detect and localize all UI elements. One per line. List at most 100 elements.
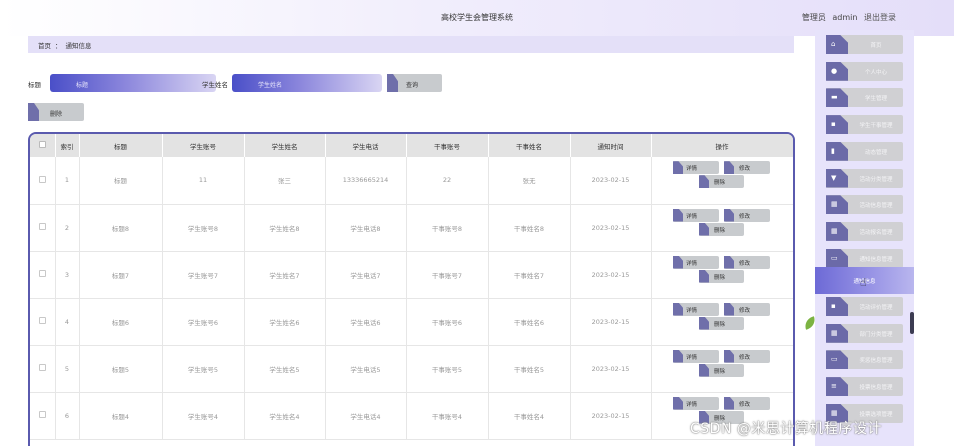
book-icon: ▭: [826, 350, 848, 370]
cell-time: 2023-02-15: [570, 345, 652, 393]
batch-delete-button[interactable]: 删除: [28, 103, 84, 121]
cell-index: 2: [55, 204, 80, 252]
delete-button[interactable]: 删除: [699, 269, 744, 283]
row-checkbox[interactable]: [38, 270, 46, 277]
cell-staff-name: 干事姓名8: [488, 204, 571, 252]
sidebar-item-7[interactable]: ▦ 活动信息管理: [826, 195, 903, 215]
cell-account: 学生账号6: [162, 298, 245, 346]
row-checkbox[interactable]: [38, 317, 46, 324]
select-all-checkbox[interactable]: [38, 141, 46, 148]
sidebar-item-12[interactable]: ▦ 部门分类管理: [826, 323, 903, 343]
column-header[interactable]: 标题: [79, 134, 163, 157]
sidebar-item-2[interactable]: ● 个人中心: [826, 61, 903, 81]
title-search-input[interactable]: 标题: [50, 74, 216, 92]
user-icon: ●: [826, 61, 848, 81]
sidebar-item-label: 投票信息管理: [859, 385, 893, 392]
edit-label: 修改: [739, 307, 751, 314]
row-checkbox[interactable]: [38, 411, 46, 418]
cell-account: 学生账号4: [162, 392, 245, 440]
button-tab-icon: [673, 396, 683, 410]
list-icon: ≡: [826, 377, 848, 397]
cell-staff-account: 干事账号8: [406, 204, 489, 252]
cell-staff-account: 22: [406, 157, 489, 205]
edit-button[interactable]: 修改: [724, 161, 770, 175]
cell-name: 学生姓名8: [244, 204, 326, 252]
grid-icon: ▦: [826, 195, 848, 215]
breadcrumb-home[interactable]: 首页: [38, 42, 51, 50]
edit-label: 修改: [739, 354, 751, 361]
detail-button[interactable]: 详情: [673, 302, 719, 316]
batch-delete-label: 删除: [50, 111, 63, 118]
sidebar-item-14[interactable]: ≡ 投票信息管理: [826, 377, 903, 397]
edit-button[interactable]: 修改: [724, 208, 770, 222]
button-tab-icon: [724, 302, 734, 316]
sidebar-item-8[interactable]: ▦ 活动报名管理: [826, 221, 903, 241]
sidebar-item-label: 活动信息管理: [859, 203, 893, 210]
sidebar-item-13[interactable]: ▭ 奖惩信息管理: [826, 350, 903, 370]
column-header[interactable]: 通知时间: [570, 134, 652, 157]
cell-phone: 学生电话5: [325, 345, 407, 393]
query-button[interactable]: 查询: [387, 74, 442, 92]
sidebar-item-1[interactable]: ⌂ 首页: [826, 35, 903, 54]
edit-button[interactable]: 修改: [724, 302, 770, 316]
delete-button[interactable]: 删除: [699, 316, 744, 330]
edit-button[interactable]: 修改: [724, 349, 770, 363]
detail-button[interactable]: 详情: [673, 396, 719, 410]
cell-title: 标题: [79, 157, 163, 205]
column-header[interactable]: 索引: [55, 134, 80, 157]
row-checkbox[interactable]: [38, 223, 46, 230]
sidebar-item-4[interactable]: ▪ 学生干事管理: [826, 115, 903, 135]
sidebar-item-5[interactable]: ▮ 动态管理: [826, 141, 903, 161]
row-checkbox[interactable]: [38, 364, 46, 371]
column-header: 操作: [651, 134, 793, 157]
detail-button[interactable]: 详情: [673, 349, 719, 363]
grid-icon: ▦: [826, 323, 848, 343]
sidebar-item-11[interactable]: ▪ 活动评价管理: [826, 297, 903, 316]
sidebar-item-3[interactable]: ▬ 学生管理: [826, 88, 903, 108]
cell-time: 2023-02-15: [570, 157, 652, 205]
column-header[interactable]: 学生姓名: [244, 134, 326, 157]
cell-title: 标题5: [79, 345, 163, 393]
row-actions: 详情 修改删除: [672, 208, 772, 248]
sidebar-item-9[interactable]: ▭ 通知信息管理: [826, 248, 903, 268]
cell-staff-name: 干事姓名5: [488, 345, 571, 393]
cell-name: 张三: [244, 157, 326, 205]
row-checkbox[interactable]: [38, 175, 46, 183]
cell-account: 学生账号7: [162, 251, 245, 299]
delete-button[interactable]: 删除: [699, 175, 744, 189]
sidebar-item-6[interactable]: ▼ 活动分类管理: [826, 168, 903, 188]
button-tab-icon: [724, 161, 734, 175]
name-search-input[interactable]: 学生姓名: [232, 74, 382, 92]
sidebar-item-label: 学生干事管理: [859, 123, 893, 130]
delete-label: 删除: [714, 227, 726, 234]
column-header[interactable]: 干事姓名: [488, 134, 571, 157]
edit-button[interactable]: 修改: [724, 255, 770, 269]
sidebar-item-label: 个人中心: [864, 69, 887, 76]
cell-phone: 学生电话7: [325, 251, 407, 299]
detail-button[interactable]: 详情: [673, 208, 719, 222]
column-header[interactable]: 学生电话: [325, 134, 407, 157]
column-header[interactable]: 干事账号: [406, 134, 489, 157]
table-row: 6 标题4 学生账号4 学生姓名4 学生电话4 干事账号4 干事姓名4 2023-02-15 详…: [30, 392, 793, 440]
detail-button[interactable]: 详情: [673, 161, 719, 175]
detail-label: 详情: [686, 354, 698, 361]
delete-button[interactable]: 删除: [699, 363, 744, 377]
delete-label: 删除: [714, 274, 726, 281]
delete-label: 删除: [714, 180, 726, 187]
button-tab-icon: [699, 222, 709, 236]
sidebar-item-label: 活动分类管理: [859, 176, 893, 183]
sidebar-item-label: 通知信息管理: [859, 256, 893, 263]
edit-button[interactable]: 修改: [724, 396, 770, 410]
cell-time: 2023-02-15: [570, 392, 652, 440]
column-header[interactable]: 学生账号: [162, 134, 245, 157]
shield-icon: ▼: [826, 168, 848, 188]
logout-link[interactable]: 退出登录: [864, 13, 896, 22]
delete-button[interactable]: 删除: [699, 222, 744, 236]
detail-button[interactable]: 详情: [673, 255, 719, 269]
sidebar-item-label: 投票选项管理: [859, 411, 893, 418]
sidebar-item-label: 部门分类管理: [859, 331, 893, 338]
table-row: 1 标题 11 张三 13336665214 22 张无 2023-02-15 详情 修改 删除: [30, 157, 793, 205]
button-tab-icon: [724, 349, 734, 363]
scrollbar-handle[interactable]: [910, 312, 914, 334]
button-tab-icon: [699, 175, 709, 189]
